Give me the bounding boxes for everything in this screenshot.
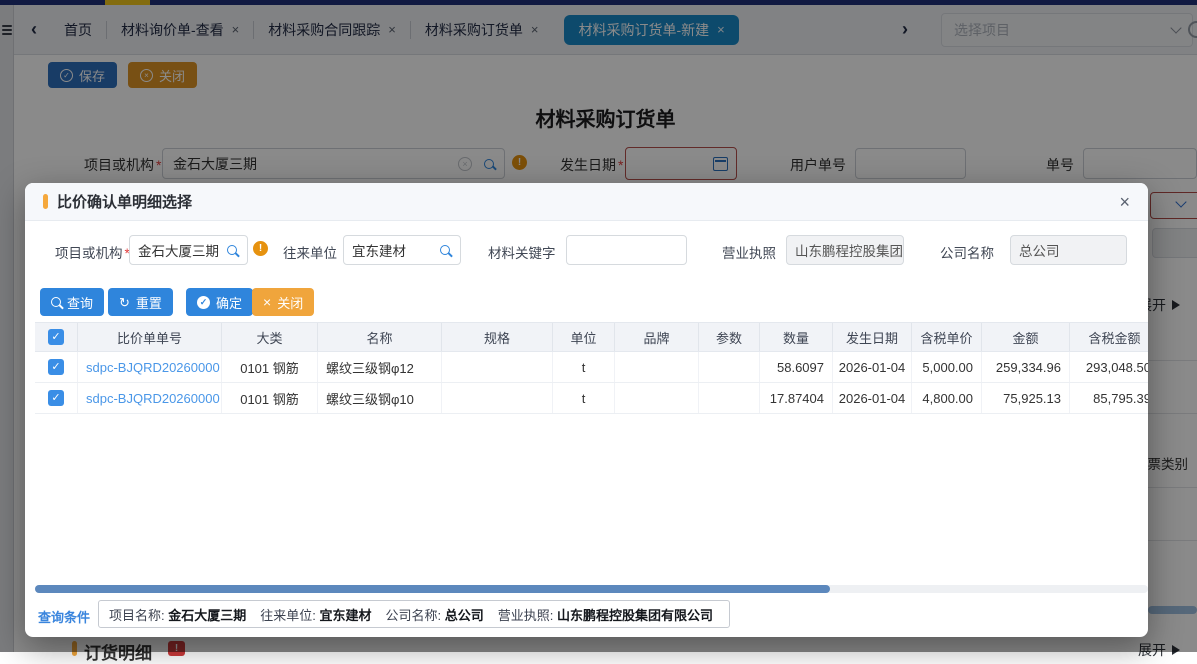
col-tax-amount[interactable]: 含税金额 — [1070, 323, 1148, 351]
check-circle-icon: ✓ — [197, 296, 210, 309]
dialog-title: 比价确认单明细选择 — [57, 191, 192, 212]
dialog-close-icon[interactable]: × — [1119, 193, 1130, 211]
table-row[interactable]: ✓ sdpc-BJQRD20260000 0101 钢筋 螺纹三级钢φ12 t … — [35, 352, 1148, 383]
filter-vendor-input[interactable]: 宜东建材 — [343, 235, 461, 265]
filter-license-input: 山东鹏程控股集团有限公司 — [786, 235, 904, 265]
col-brand[interactable]: 品牌 — [615, 323, 699, 351]
search-icon — [51, 297, 61, 307]
filter-company-input: 总公司 — [1010, 235, 1127, 265]
row-checkbox[interactable]: ✓ — [48, 359, 64, 375]
query-conditions-summary: 项目名称: 金石大厦三期 往来单位: 宜东建材 公司名称: 总公司 营业执照: … — [98, 600, 730, 628]
confirm-button[interactable]: ✓ 确定 — [186, 288, 253, 316]
condition-item: 项目名称: 金石大厦三期 — [109, 605, 246, 624]
horizontal-scrollbar-track[interactable] — [35, 585, 1148, 593]
query-button[interactable]: 查询 — [40, 288, 104, 316]
filter-vendor-label: 往来单位 — [283, 242, 337, 262]
info-icon[interactable]: ! — [253, 241, 268, 256]
reset-button[interactable]: ↻ 重置 — [108, 288, 173, 316]
col-name[interactable]: 名称 — [318, 323, 442, 351]
row-checkbox[interactable]: ✓ — [48, 390, 64, 406]
col-category[interactable]: 大类 — [222, 323, 318, 351]
dialog-close-button[interactable]: × 关闭 — [252, 288, 314, 316]
filter-company-label: 公司名称 — [940, 242, 994, 262]
table-row[interactable]: ✓ sdpc-BJQRD20260000 0101 钢筋 螺纹三级钢φ10 t … — [35, 383, 1148, 414]
comparison-table: ✓ 比价单单号 大类 名称 规格 单位 品牌 参数 数量 发生日期 含税单价 金… — [35, 322, 1148, 414]
col-qty[interactable]: 数量 — [760, 323, 833, 351]
condition-item: 往来单位: 宜东建材 — [260, 605, 371, 624]
select-all-checkbox[interactable]: ✓ — [48, 329, 64, 345]
condition-item: 公司名称: 总公司 — [386, 605, 484, 624]
col-spec[interactable]: 规格 — [442, 323, 553, 351]
filter-project-input[interactable]: 金石大厦三期 — [129, 235, 248, 265]
filter-keyword-input[interactable] — [566, 235, 687, 265]
col-order-no[interactable]: 比价单单号 — [78, 323, 222, 351]
col-amount[interactable]: 金额 — [982, 323, 1070, 351]
search-icon[interactable] — [440, 245, 450, 255]
order-no-link[interactable]: sdpc-BJQRD20260000 — [86, 360, 220, 375]
table-header-row: ✓ 比价单单号 大类 名称 规格 单位 品牌 参数 数量 发生日期 含税单价 金… — [35, 322, 1148, 352]
x-icon: × — [263, 295, 271, 309]
price-compare-select-dialog: 比价确认单明细选择 × 项目或机构* 金石大厦三期 ! 往来单位 宜东建材 材料… — [25, 183, 1148, 637]
order-no-link[interactable]: sdpc-BJQRD20260000 — [86, 391, 220, 406]
filter-keyword-label: 材料关键字 — [488, 242, 556, 262]
search-icon[interactable] — [227, 245, 237, 255]
col-param[interactable]: 参数 — [699, 323, 760, 351]
filter-license-label: 营业执照 — [722, 242, 776, 262]
condition-item: 营业执照: 山东鹏程控股集团有限公司 — [498, 605, 713, 624]
col-unit[interactable]: 单位 — [553, 323, 615, 351]
refresh-icon: ↻ — [119, 296, 130, 309]
col-date[interactable]: 发生日期 — [833, 323, 912, 351]
col-unit-price[interactable]: 含税单价 — [912, 323, 982, 351]
horizontal-scrollbar-thumb[interactable] — [35, 585, 830, 593]
filter-project-label: 项目或机构* — [55, 242, 130, 262]
query-conditions-label: 查询条件 — [38, 607, 90, 626]
title-pill-icon — [43, 194, 48, 209]
dialog-header: 比价确认单明细选择 × — [25, 183, 1148, 221]
